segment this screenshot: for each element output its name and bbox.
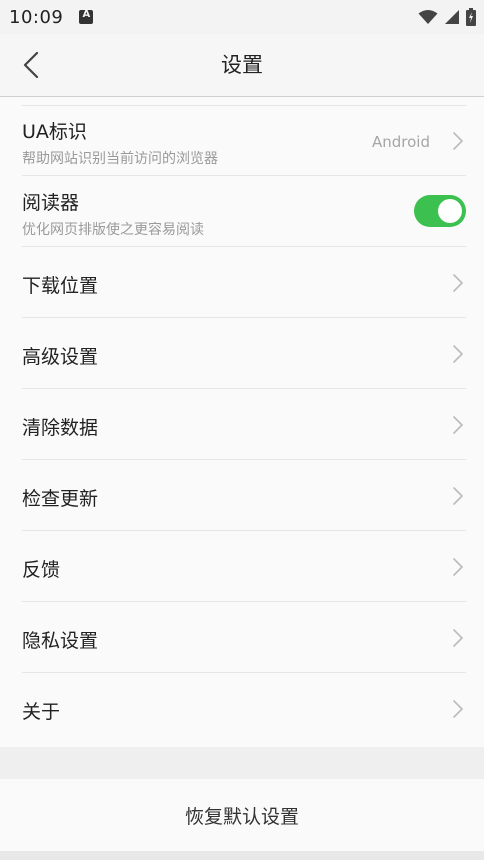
- chevron-right-icon: [453, 416, 463, 434]
- signal-icon: [445, 10, 459, 24]
- bottom-strip: [0, 851, 484, 860]
- page-title: 设置: [221, 53, 263, 77]
- chevron-left-icon: [23, 52, 39, 78]
- chevron-right-icon: [453, 700, 463, 718]
- setting-row-clear-data[interactable]: 清除数据: [0, 389, 484, 460]
- status-time: 10:09: [9, 6, 64, 28]
- reset-bar: 恢复默认设置: [0, 779, 484, 851]
- reader-setting-row: 阅读器 优化网页排版使之更容易阅读: [0, 176, 484, 247]
- ua-value: Android: [372, 133, 430, 151]
- chevron-right-icon: [453, 132, 463, 150]
- back-button[interactable]: [14, 48, 48, 82]
- setting-row-advanced[interactable]: 高级设置: [0, 318, 484, 389]
- setting-label: 清除数据: [22, 417, 99, 439]
- settings-list: UA标识 帮助网站识别当前访问的浏览器 Android 阅读器 优化网页排版使之…: [0, 97, 484, 747]
- reader-toggle[interactable]: [414, 195, 466, 227]
- status-bar: 10:09 A: [0, 0, 484, 34]
- notification-icon: A: [79, 9, 94, 24]
- setting-row-check-update[interactable]: 检查更新: [0, 460, 484, 531]
- setting-label: 反馈: [22, 559, 61, 581]
- setting-label: 下载位置: [22, 275, 99, 297]
- battery-icon: [466, 8, 476, 26]
- ua-setting-row[interactable]: UA标识 帮助网站识别当前访问的浏览器 Android: [0, 105, 484, 176]
- chevron-right-icon: [453, 345, 463, 363]
- setting-row-privacy[interactable]: 隐私设置: [0, 602, 484, 673]
- app-bar: 设置: [0, 34, 484, 97]
- setting-label: 检查更新: [22, 488, 99, 510]
- reader-subtitle: 优化网页排版使之更容易阅读: [22, 222, 204, 238]
- setting-label: 高级设置: [22, 346, 99, 368]
- setting-row-about[interactable]: 关于: [0, 673, 484, 744]
- setting-row-download-location[interactable]: 下载位置: [0, 247, 484, 318]
- setting-label: 关于: [22, 701, 61, 723]
- setting-row-feedback[interactable]: 反馈: [0, 531, 484, 602]
- ua-title: UA标识: [22, 121, 87, 143]
- reader-title: 阅读器: [22, 192, 80, 214]
- reset-defaults-button[interactable]: 恢复默认设置: [185, 802, 299, 829]
- notification-icon-letter: A: [82, 9, 91, 20]
- section-gap: [0, 747, 484, 779]
- setting-label: 隐私设置: [22, 630, 99, 652]
- chevron-right-icon: [453, 487, 463, 505]
- chevron-right-icon: [453, 558, 463, 576]
- chevron-right-icon: [453, 629, 463, 647]
- toggle-knob: [438, 199, 462, 223]
- status-icons: [418, 8, 476, 26]
- ua-subtitle: 帮助网站识别当前访问的浏览器: [22, 151, 218, 167]
- wifi-icon: [418, 10, 438, 24]
- chevron-right-icon: [453, 274, 463, 292]
